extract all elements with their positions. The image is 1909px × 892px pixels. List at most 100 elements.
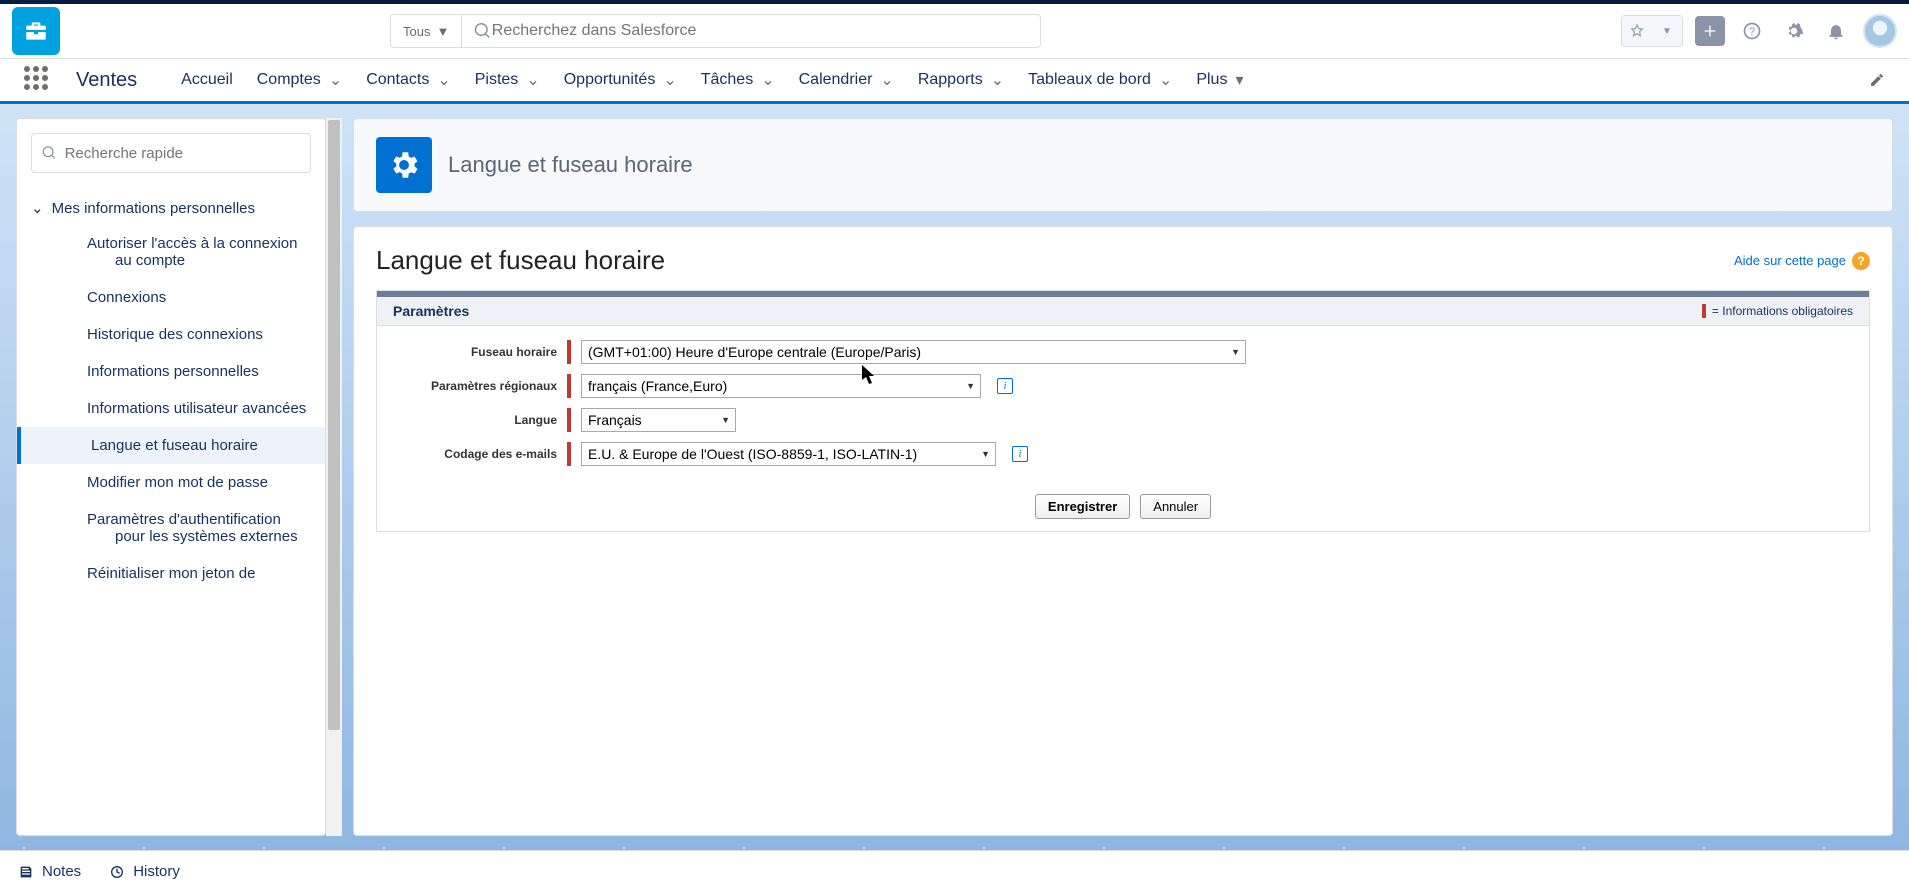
settings-block: Paramètres = Informations obligatoires F… [376, 290, 1870, 532]
global-search: Tous ▼ [390, 14, 1041, 48]
page-header-title: Langue et fuseau horaire [448, 152, 693, 178]
chevron-down-icon: ⌄ [31, 199, 44, 217]
timezone-select[interactable]: (GMT+01:00) Heure d'Europe centrale (Eur… [581, 340, 1246, 364]
sidebar-item[interactable]: Autoriser l'accès à la connexion au comp… [17, 225, 325, 279]
settings-sidebar: ⌄ Mes informations personnelles Autorise… [16, 118, 326, 836]
gear-icon [387, 148, 421, 182]
language-select[interactable]: Français [581, 408, 736, 432]
stage: ⌄ Mes informations personnelles Autorise… [0, 104, 1909, 850]
main-column: Langue et fuseau horaire Langue et fusea… [345, 104, 1909, 850]
header-actions: ▼ ? [1621, 14, 1897, 48]
form-area: Fuseau horaire (GMT+01:00) Heure d'Europ… [377, 326, 1869, 482]
field-encoding-label: Codage des e-mails [397, 447, 557, 461]
nav-item-calendrier[interactable]: Calendrier⌄ [799, 70, 894, 90]
utility-history[interactable]: History [109, 863, 180, 880]
app-name: Ventes [76, 69, 137, 92]
field-timezone: Fuseau horaire (GMT+01:00) Heure d'Europ… [397, 340, 1849, 364]
required-indicator-icon [567, 442, 571, 466]
scrollbar-thumb[interactable] [328, 120, 340, 730]
favorites-list-button[interactable]: ▼ [1652, 16, 1682, 46]
nav-item-taches[interactable]: Tâches⌄ [701, 70, 775, 90]
sidebar-column: ⌄ Mes informations personnelles Autorise… [0, 104, 345, 850]
nav-item-tableaux[interactable]: Tableaux de bord⌄ [1028, 70, 1172, 90]
global-header: Tous ▼ ▼ ? [0, 0, 1909, 58]
info-icon[interactable]: i [997, 378, 1013, 394]
encoding-select[interactable]: E.U. & Europe de l'Ouest (ISO-8859-1, IS… [581, 442, 996, 466]
user-avatar[interactable] [1863, 14, 1897, 48]
nav-item-rapports[interactable]: Rapports⌄ [918, 70, 1004, 90]
nav-item-contacts[interactable]: Contacts⌄ [366, 70, 451, 90]
utility-history-label: History [133, 863, 180, 880]
history-icon [109, 864, 125, 880]
content-title: Langue et fuseau horaire [376, 245, 665, 276]
required-indicator-icon [567, 408, 571, 432]
sidebar-item[interactable]: Langue et fuseau horaire [17, 427, 325, 464]
sidebar-scrollbar[interactable] [326, 118, 342, 836]
required-legend-text: = Informations obligatoires [1712, 304, 1853, 318]
search-input[interactable] [492, 22, 1029, 40]
chevron-down-icon: ⌄ [1159, 70, 1172, 90]
sidebar-item[interactable]: Informations personnelles [17, 353, 325, 390]
search-box[interactable] [461, 14, 1041, 48]
chevron-down-icon: ⌄ [329, 70, 342, 90]
edit-nav-button[interactable] [1869, 72, 1885, 88]
chevron-down-icon: ⌄ [526, 70, 539, 90]
notifications-button[interactable] [1821, 16, 1851, 46]
nav-item-opportunites[interactable]: Opportunités⌄ [564, 70, 677, 90]
nav-item-accueil[interactable]: Accueil [181, 71, 233, 89]
settings-titlebar: Paramètres = Informations obligatoires [377, 297, 1869, 326]
required-legend: = Informations obligatoires [1702, 304, 1853, 318]
field-encoding: Codage des e-mails E.U. & Europe de l'Ou… [397, 442, 1849, 466]
search-scope-label: Tous [403, 24, 430, 39]
field-language: Langue Français [397, 408, 1849, 432]
required-indicator-icon [1702, 304, 1706, 318]
sidebar-item[interactable]: Informations utilisateur avancées [17, 390, 325, 427]
sidebar-section-header[interactable]: ⌄ Mes informations personnelles [17, 191, 325, 225]
locale-select[interactable]: français (France,Euro) [581, 374, 981, 398]
sidebar-section: ⌄ Mes informations personnelles Autorise… [17, 187, 325, 604]
setup-button[interactable] [1779, 16, 1809, 46]
utility-notes[interactable]: Notes [18, 863, 81, 880]
app-launcher-button[interactable] [24, 66, 52, 94]
bell-icon [1826, 21, 1846, 41]
sidebar-item[interactable]: Réinitialiser mon jeton de [17, 555, 325, 592]
favorite-button[interactable] [1622, 16, 1652, 46]
chevron-down-icon: ⌄ [880, 70, 893, 90]
required-indicator-icon [567, 340, 571, 364]
nav-item-more[interactable]: Plus▾ [1196, 70, 1243, 90]
app-navbar: Ventes Accueil Comptes⌄ Contacts⌄ Pistes… [0, 58, 1909, 104]
chevron-down-icon: ▾ [1235, 70, 1243, 90]
chevron-down-icon: ⌄ [663, 70, 676, 90]
search-scope-dropdown[interactable]: Tous ▼ [390, 14, 461, 48]
help-link-label: Aide sur cette page [1734, 253, 1846, 268]
sidebar-item[interactable]: Historique des connexions [17, 316, 325, 353]
help-link[interactable]: Aide sur cette page ? [1734, 252, 1870, 270]
help-button[interactable]: ? [1737, 16, 1767, 46]
chevron-down-icon: ⌄ [991, 70, 1004, 90]
info-icon[interactable]: i [1012, 446, 1028, 462]
utility-notes-label: Notes [42, 863, 81, 880]
save-button[interactable]: Enregistrer [1035, 494, 1130, 519]
note-icon [18, 864, 34, 880]
search-icon [42, 145, 57, 161]
settings-section-title: Paramètres [393, 303, 469, 319]
quick-find-input[interactable] [65, 145, 300, 162]
salesforce-logo [12, 7, 60, 55]
star-icon [1629, 23, 1645, 39]
search-icon [474, 22, 491, 40]
sidebar-item[interactable]: Connexions [17, 279, 325, 316]
cancel-button[interactable]: Annuler [1140, 494, 1211, 519]
form-buttons: Enregistrer Annuler [377, 482, 1869, 531]
quick-find[interactable] [31, 133, 311, 173]
page-header-icon [376, 137, 432, 193]
nav-item-comptes[interactable]: Comptes⌄ [257, 70, 342, 90]
sidebar-section-title: Mes informations personnelles [52, 200, 255, 217]
field-locale-label: Paramètres régionaux [397, 379, 557, 393]
field-language-label: Langue [397, 413, 557, 427]
global-create-button[interactable] [1695, 16, 1725, 46]
sidebar-item[interactable]: Paramètres d'authentification pour les s… [17, 501, 325, 555]
nav-item-pistes[interactable]: Pistes⌄ [475, 70, 540, 90]
svg-text:?: ? [1749, 26, 1755, 38]
sidebar-item[interactable]: Modifier mon mot de passe [17, 464, 325, 501]
field-timezone-label: Fuseau horaire [397, 345, 557, 359]
